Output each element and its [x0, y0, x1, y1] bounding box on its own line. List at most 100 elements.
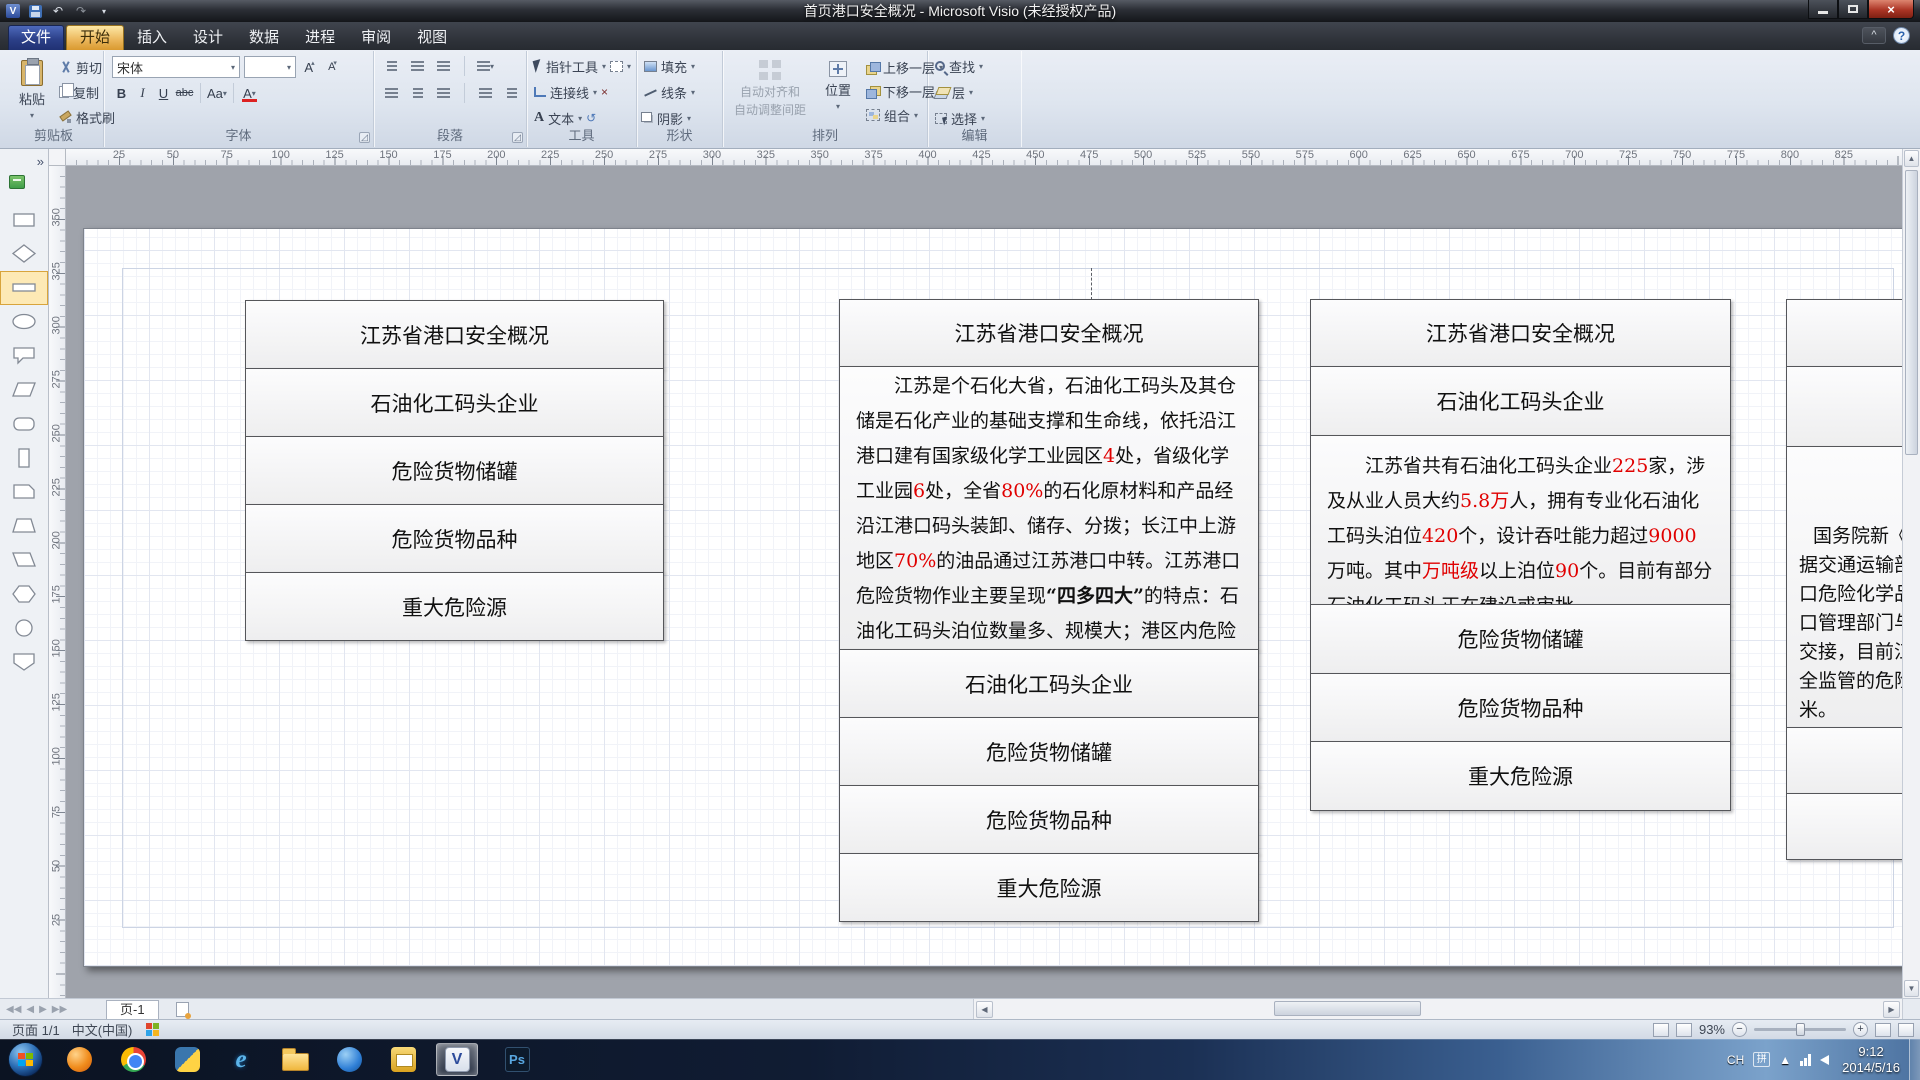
- stencil-shape-ellipse-icon[interactable]: [0, 305, 48, 339]
- insert-page-icon[interactable]: [176, 1002, 189, 1017]
- font-name-select[interactable]: 宋体▾: [112, 56, 240, 78]
- diagram-box-col2-header[interactable]: 江苏省港口安全概况: [839, 299, 1259, 367]
- find-button[interactable]: 查找: [949, 57, 975, 76]
- fill-button[interactable]: 填充: [661, 57, 687, 76]
- diagram-box-col3-item-top[interactable]: 石油化工码头企业: [1310, 366, 1731, 436]
- taskbar-icon-outlook[interactable]: [382, 1043, 424, 1076]
- taskbar-icon-python[interactable]: [166, 1043, 208, 1076]
- diagram-box-col4-item1[interactable]: [1786, 727, 1902, 794]
- pan-zoom-window-icon[interactable]: [1676, 1023, 1692, 1037]
- stencil-shape-parallelogram-icon[interactable]: [0, 373, 48, 407]
- drawing-page[interactable]: 江苏省港口安全概况 石油化工码头企业 危险货物储罐 危险货物品种 重大危险源 江…: [83, 228, 1902, 967]
- auto-align-space-button[interactable]: 自动对齐和 自动调整间距: [727, 55, 813, 133]
- diagram-box-col2-paragraph[interactable]: 江苏是个石化大省，石油化工码头及其仓储是石化产业的基础支撑和生命线，依托沿江港口…: [839, 366, 1259, 650]
- scroll-up-icon[interactable]: ▲: [1904, 150, 1919, 167]
- stencil-shape-circle-icon[interactable]: [0, 611, 48, 645]
- align-center-button[interactable]: [408, 83, 427, 103]
- input-language-icon[interactable]: [146, 1023, 159, 1036]
- stencil-shape-diamond-icon[interactable]: [0, 237, 48, 271]
- zoom-slider[interactable]: [1754, 1028, 1846, 1031]
- stencil-shape-trapezoid-icon[interactable]: [0, 509, 48, 543]
- shrink-font-button[interactable]: A▾: [323, 57, 342, 77]
- taskbar-icon-firefox[interactable]: [58, 1043, 100, 1076]
- scroll-down-icon[interactable]: ▼: [1904, 980, 1919, 997]
- zoom-out-button[interactable]: −: [1732, 1022, 1747, 1037]
- stencil-shape-hexagon-icon[interactable]: [0, 577, 48, 611]
- minimize-ribbon-button[interactable]: ^: [1862, 27, 1886, 44]
- align-bottom-button[interactable]: [502, 83, 521, 103]
- hidden-icons-button[interactable]: ▲: [1779, 1053, 1791, 1067]
- taskbar-icon-photoshop[interactable]: Ps: [496, 1043, 538, 1076]
- delete-tool-icon[interactable]: ×: [601, 85, 608, 99]
- stencil-shape-card-icon[interactable]: [0, 475, 48, 509]
- maximize-button[interactable]: [1838, 0, 1868, 19]
- align-top-button[interactable]: [476, 83, 495, 103]
- taskbar-icon-app[interactable]: [328, 1043, 370, 1076]
- diagram-box-col3-item1[interactable]: 危险货物储罐: [1310, 604, 1731, 674]
- vertical-scrollbar[interactable]: ▲ ▼: [1902, 149, 1920, 998]
- drawing-canvas[interactable]: 江苏省港口安全概况 石油化工码头企业 危险货物储罐 危险货物品种 重大危险源 江…: [66, 166, 1902, 998]
- minimize-button[interactable]: [1808, 0, 1838, 19]
- zoom-level[interactable]: 93%: [1699, 1022, 1725, 1037]
- diagram-box-col3-paragraph[interactable]: 江苏省共有石油化工码头企业225家，涉及从业人员大约5.8万人，拥有专业化石油化…: [1310, 435, 1731, 605]
- tab-process[interactable]: 进程: [292, 25, 348, 50]
- align-left-button[interactable]: [382, 83, 401, 103]
- tab-review[interactable]: 审阅: [348, 25, 404, 50]
- scroll-right-icon[interactable]: ▶: [1883, 1001, 1900, 1018]
- first-page-button[interactable]: ◀◀: [6, 1004, 21, 1015]
- view-mode-icon[interactable]: [1653, 1023, 1669, 1037]
- stencil-shape-callout-icon[interactable]: [0, 339, 48, 373]
- taskbar-icon-explorer[interactable]: [274, 1043, 316, 1076]
- rotate-tool-icon[interactable]: ↺: [586, 111, 596, 125]
- diagram-box-col1-item4[interactable]: 重大危险源: [245, 572, 664, 641]
- stencil-shape-parallelogram-left-icon[interactable]: [0, 543, 48, 577]
- diagram-box-col1-item1[interactable]: 石油化工码头企业: [245, 368, 664, 437]
- layers-button[interactable]: 层: [952, 83, 965, 102]
- start-button[interactable]: [8, 1042, 43, 1077]
- stencil-shape-rounded-rectangle-icon[interactable]: [0, 407, 48, 441]
- ime-icon[interactable]: 拼: [1753, 1052, 1770, 1067]
- diagram-box-col4-item2[interactable]: [1786, 793, 1902, 860]
- fit-page-button[interactable]: [1875, 1023, 1891, 1037]
- italic-button[interactable]: I: [133, 83, 152, 103]
- diagram-box-col3-header[interactable]: 江苏省港口安全概况: [1310, 299, 1731, 367]
- vertical-scrollbar-thumb[interactable]: [1905, 170, 1918, 455]
- paragraph-dialog-launcher[interactable]: ◿: [512, 132, 523, 143]
- taskbar-icon-ie[interactable]: e: [220, 1043, 262, 1076]
- font-dialog-launcher[interactable]: ◿: [359, 132, 370, 143]
- diagram-box-col1-item2[interactable]: 危险货物储罐: [245, 436, 664, 505]
- language-bar[interactable]: CH: [1727, 1053, 1744, 1067]
- font-size-select[interactable]: ▾: [244, 56, 296, 78]
- zoom-in-button[interactable]: +: [1853, 1022, 1868, 1037]
- line-spacing-button[interactable]: ▾: [476, 56, 495, 76]
- tab-home[interactable]: 开始: [66, 25, 124, 50]
- tab-data[interactable]: 数据: [236, 25, 292, 50]
- volume-icon[interactable]: [1820, 1055, 1829, 1065]
- increase-indent-button[interactable]: [408, 56, 427, 76]
- full-screen-button[interactable]: [1898, 1023, 1914, 1037]
- paste-button[interactable]: 粘贴 ▾: [10, 55, 54, 131]
- language-indicator[interactable]: 中文(中国): [72, 1020, 133, 1039]
- connector-tool-button[interactable]: 连接线: [550, 83, 589, 102]
- stencil-shape-rectangle-tall-icon[interactable]: [0, 441, 48, 475]
- stencil-document-icon[interactable]: [9, 175, 25, 189]
- underline-button[interactable]: U: [154, 83, 173, 103]
- diagram-box-col1-header[interactable]: 江苏省港口安全概况: [245, 300, 664, 369]
- show-desktop-button[interactable]: [1909, 1039, 1920, 1080]
- zoom-slider-knob[interactable]: [1796, 1023, 1805, 1036]
- diagram-box-col2-item1[interactable]: 石油化工码头企业: [839, 649, 1259, 718]
- expand-shapes-panel-icon[interactable]: »: [37, 154, 44, 169]
- stencil-shape-rectangle-thin-icon[interactable]: [0, 271, 48, 305]
- page-tab[interactable]: 页-1: [106, 1000, 159, 1020]
- selection-rectangle-icon[interactable]: [610, 61, 623, 72]
- horizontal-scrollbar[interactable]: ◀ ▶: [973, 999, 1902, 1019]
- stencil-shape-shield-icon[interactable]: [0, 645, 48, 679]
- position-button[interactable]: 位置 ▾: [817, 55, 859, 133]
- previous-page-button[interactable]: ◀: [26, 1004, 34, 1015]
- diagram-box-col3-item3[interactable]: 重大危险源: [1310, 741, 1731, 811]
- tab-file[interactable]: 文件: [8, 25, 64, 50]
- bullets-button[interactable]: [434, 56, 453, 76]
- diagram-box-col4-paragraph[interactable]: 国务院新《 据交通运输部和 口危险化学品安 口管理部门与安 交接，目前江苏 全监…: [1786, 446, 1902, 728]
- grow-font-button[interactable]: A▴: [300, 57, 319, 77]
- next-page-button[interactable]: ▶: [39, 1004, 47, 1015]
